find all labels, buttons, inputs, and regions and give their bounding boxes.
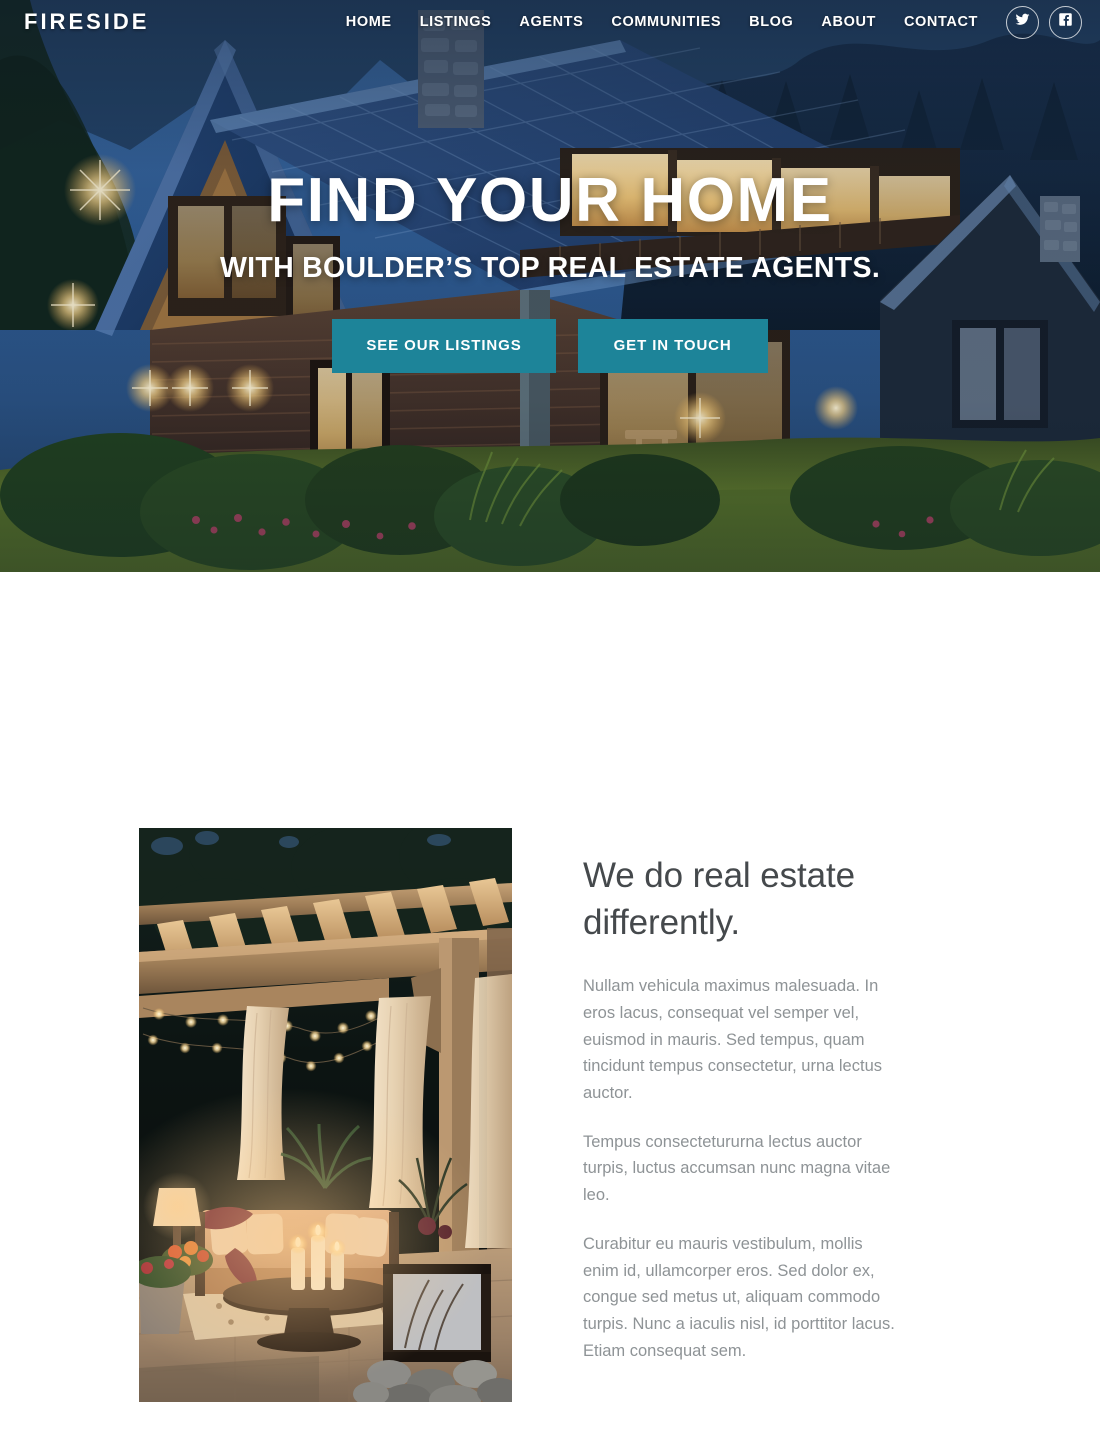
- about-heading: We do real estate differently.: [583, 856, 855, 942]
- nav-contact[interactable]: CONTACT: [904, 14, 978, 30]
- about-section: We do real estate differently. Nullam ve…: [0, 572, 1100, 1402]
- hero-subtitle: WITH BOULDER’S TOP REAL ESTATE AGENTS.: [219, 251, 881, 284]
- about-copy: We do real estate differently. Nullam ve…: [583, 828, 895, 1364]
- hero-cta-group: SEE OUR LISTINGS GET IN TOUCH: [0, 318, 1100, 373]
- nav-home[interactable]: HOME: [346, 14, 392, 30]
- nav-blog[interactable]: BLOG: [749, 14, 793, 30]
- facebook-icon: [1058, 12, 1073, 32]
- twitter-link[interactable]: [1006, 5, 1039, 39]
- main-navigation: HOME LISTINGS AGENTS COMMUNITIES BLOG AB…: [346, 14, 978, 30]
- about-paragraph-2: Tempus consectetururna lectus auctor tur…: [583, 1132, 891, 1205]
- site-header: FIRESIDE HOME LISTINGS AGENTS COMMUNITIE…: [0, 0, 1100, 44]
- nav-listings[interactable]: LISTINGS: [420, 14, 492, 30]
- about-paragraph-1: Nullam vehicula maximus malesuada. In er…: [583, 977, 882, 1102]
- hero-title: FIND YOUR HOME: [267, 166, 833, 235]
- hero-section: FIRESIDE HOME LISTINGS AGENTS COMMUNITIE…: [0, 0, 1100, 572]
- twitter-icon: [1015, 12, 1030, 32]
- hero-content: FIND YOUR HOME WITH BOULDER’S TOP REAL E…: [0, 0, 1100, 373]
- about-paragraph-3: Curabitur eu mauris vestibulum, mollis e…: [583, 1234, 895, 1360]
- social-links: [1006, 5, 1082, 39]
- nav-agents[interactable]: AGENTS: [519, 14, 583, 30]
- nav-communities[interactable]: COMMUNITIES: [611, 14, 721, 30]
- get-in-touch-button[interactable]: GET IN TOUCH: [577, 318, 768, 373]
- site-logo[interactable]: FIRESIDE: [24, 9, 149, 35]
- see-our-listings-button[interactable]: SEE OUR LISTINGS: [332, 318, 556, 373]
- about-image: [139, 828, 512, 1402]
- about-layout: We do real estate differently. Nullam ve…: [0, 828, 1100, 1402]
- facebook-link[interactable]: [1049, 5, 1082, 39]
- nav-about[interactable]: ABOUT: [821, 14, 876, 30]
